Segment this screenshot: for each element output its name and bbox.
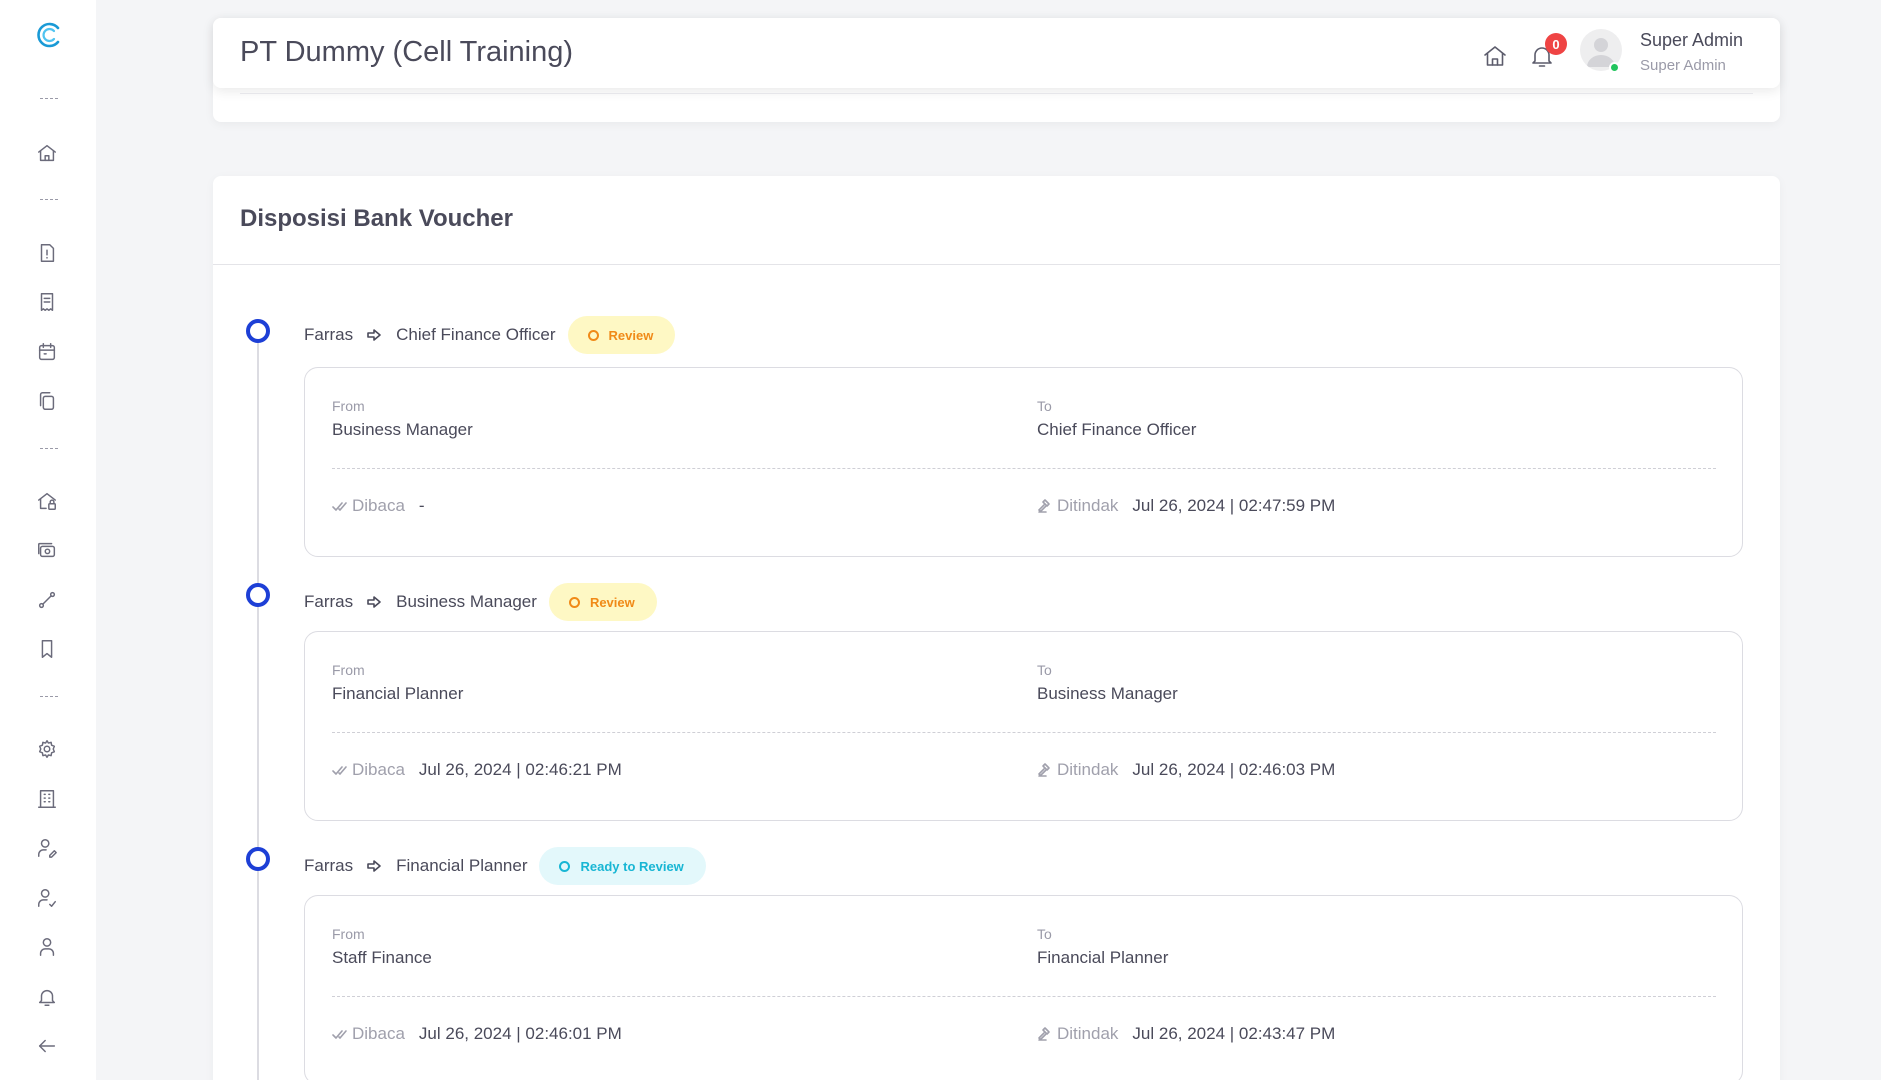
dashed-divider [332, 468, 1716, 469]
dibaca-value: Jul 26, 2024 | 02:46:01 PM [418, 1024, 622, 1043]
building-icon[interactable] [35, 787, 59, 811]
user-icon[interactable] [35, 935, 59, 959]
disposition-detail-box: From Staff Finance To Financial Planner … [304, 895, 1743, 1080]
home-icon[interactable] [35, 141, 59, 165]
from-label: From [332, 926, 365, 942]
status-badge: Review [548, 583, 657, 621]
receipt-icon[interactable] [35, 290, 59, 314]
to-value: Financial Planner [1037, 948, 1169, 967]
from-value: Staff Finance [332, 948, 432, 967]
read-info: Dibaca - [332, 496, 425, 516]
to-label: To [1037, 926, 1052, 942]
double-check-icon [332, 498, 348, 514]
arrow-left-icon[interactable] [35, 1034, 59, 1058]
bell-icon[interactable] [35, 985, 59, 1009]
dashed-divider [332, 996, 1716, 997]
target-role: Financial Planner [396, 856, 528, 875]
dashed-divider [332, 732, 1716, 733]
page-title: PT Dummy (Cell Training) [240, 36, 574, 68]
timeline-header: Farras Financial Planner Ready to Review [304, 847, 706, 885]
card-title: Disposisi Bank Voucher [240, 205, 513, 232]
house-lock-icon[interactable] [35, 489, 59, 513]
user-role: Super Admin [1640, 57, 1726, 74]
read-info: Dibaca Jul 26, 2024 | 02:46:21 PM [332, 760, 622, 780]
ditindak-value: Jul 26, 2024 | 02:47:59 PM [1132, 496, 1336, 515]
status-label: Review [608, 327, 654, 343]
status-ring-icon [559, 860, 571, 872]
sidebar-divider [40, 448, 58, 450]
forward-arrow-icon [366, 327, 382, 343]
gavel-icon [1037, 498, 1053, 514]
to-value: Business Manager [1037, 684, 1178, 703]
report-icon[interactable] [35, 241, 59, 265]
action-info: Ditindak Jul 26, 2024 | 02:47:59 PM [1037, 496, 1335, 516]
dibaca-label: Dibaca [352, 1024, 405, 1043]
to-value: Chief Finance Officer [1037, 420, 1197, 439]
gavel-icon [1037, 762, 1053, 778]
user-check-icon[interactable] [35, 886, 59, 910]
ditindak-value: Jul 26, 2024 | 02:46:03 PM [1132, 760, 1336, 779]
action-info: Ditindak Jul 26, 2024 | 02:46:03 PM [1037, 760, 1335, 780]
timeline-dot [246, 319, 270, 343]
cash-icon[interactable] [35, 538, 59, 562]
timeline-header: Farras Business Manager Review [304, 583, 657, 621]
notification-count-badge: 0 [1545, 33, 1567, 55]
sidebar [0, 0, 96, 1080]
ditindak-label: Ditindak [1057, 760, 1119, 779]
ditindak-label: Ditindak [1057, 496, 1119, 515]
status-ring-icon [568, 596, 580, 608]
user-edit-icon[interactable] [35, 836, 59, 860]
copy-icon[interactable] [35, 389, 59, 413]
bookmark-icon[interactable] [35, 637, 59, 661]
timeline-line [257, 343, 259, 1080]
gavel-icon [1037, 1026, 1053, 1042]
calendar-icon[interactable] [35, 340, 59, 364]
actor-name: Farras [304, 325, 354, 344]
action-info: Ditindak Jul 26, 2024 | 02:43:47 PM [1037, 1024, 1335, 1044]
timeline-dot [246, 847, 270, 871]
dibaca-label: Dibaca [352, 496, 405, 515]
ditindak-value: Jul 26, 2024 | 02:43:47 PM [1132, 1024, 1336, 1043]
disposition-detail-box: From Financial Planner To Business Manag… [304, 631, 1743, 821]
app-logo[interactable] [34, 20, 64, 50]
sidebar-divider [40, 199, 58, 201]
card-divider [213, 264, 1780, 265]
sidebar-divider [40, 98, 58, 100]
to-label: To [1037, 398, 1052, 414]
double-check-icon [332, 1026, 348, 1042]
online-status-dot [1609, 62, 1620, 73]
from-value: Business Manager [332, 420, 473, 439]
home-icon[interactable] [1481, 42, 1509, 70]
to-label: To [1037, 662, 1052, 678]
forward-arrow-icon [366, 858, 382, 874]
from-label: From [332, 662, 365, 678]
forward-arrow-icon [366, 594, 382, 610]
read-info: Dibaca Jul 26, 2024 | 02:46:01 PM [332, 1024, 622, 1044]
header-divider [240, 93, 1753, 94]
ditindak-label: Ditindak [1057, 1024, 1119, 1043]
target-role: Chief Finance Officer [396, 325, 556, 344]
settings-icon[interactable] [35, 737, 59, 761]
disposition-detail-box: From Business Manager To Chief Finance O… [304, 367, 1743, 557]
status-label: Review [589, 594, 635, 610]
actor-name: Farras [304, 592, 354, 611]
dibaca-value: Jul 26, 2024 | 02:46:21 PM [418, 760, 622, 779]
target-role: Business Manager [396, 592, 537, 611]
route-icon[interactable] [35, 588, 59, 612]
status-ring-icon [587, 329, 599, 341]
status-badge: Ready to Review [539, 847, 706, 885]
actor-name: Farras [304, 856, 354, 875]
from-label: From [332, 398, 365, 414]
status-label: Ready to Review [580, 858, 684, 874]
double-check-icon [332, 762, 348, 778]
timeline-header: Farras Chief Finance Officer Review [304, 316, 676, 354]
dibaca-value: - [418, 496, 425, 515]
from-value: Financial Planner [332, 684, 464, 703]
sidebar-divider [40, 696, 58, 698]
timeline-dot [246, 583, 270, 607]
user-name[interactable]: Super Admin [1640, 30, 1743, 51]
status-badge: Review [567, 316, 676, 354]
dibaca-label: Dibaca [352, 760, 405, 779]
